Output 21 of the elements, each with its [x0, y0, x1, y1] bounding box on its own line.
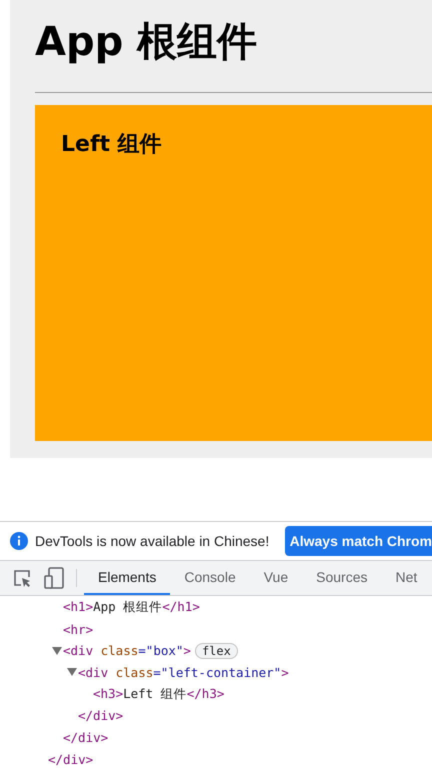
- element-code[interactable]: <h1>App 根组件</h1>: [63, 598, 200, 616]
- panel-heading: Left 组件: [61, 131, 162, 159]
- closing-tag: </div>: [63, 730, 108, 745]
- page-heading: App 根组件: [35, 18, 258, 67]
- expand-triangle-icon[interactable]: [67, 668, 77, 676]
- devtools-tab[interactable]: Elements: [84, 560, 170, 594]
- match-language-button[interactable]: Always match Chrom: [284, 526, 432, 556]
- element-code[interactable]: <hr>: [63, 622, 94, 637]
- closing-tag: </div>: [48, 752, 94, 767]
- devtools-tab[interactable]: Net: [381, 560, 432, 594]
- banner-message: DevTools is now available in Chinese!: [35, 532, 270, 548]
- flex-badge[interactable]: flex: [194, 642, 238, 659]
- expand-triangle-icon[interactable]: [52, 646, 62, 655]
- closing-tag: </div>: [78, 708, 124, 724]
- element-code[interactable]: <div class="left-container">: [78, 664, 289, 680]
- element-code[interactable]: <div class="box">: [63, 643, 191, 658]
- element-code[interactable]: <h3>Left 组件</h3>: [93, 686, 224, 703]
- devtools-tab[interactable]: Console: [170, 560, 250, 594]
- devtools-tab[interactable]: Vue: [250, 560, 302, 594]
- info-icon: [10, 532, 28, 550]
- devtools-tab[interactable]: Sources: [302, 560, 382, 594]
